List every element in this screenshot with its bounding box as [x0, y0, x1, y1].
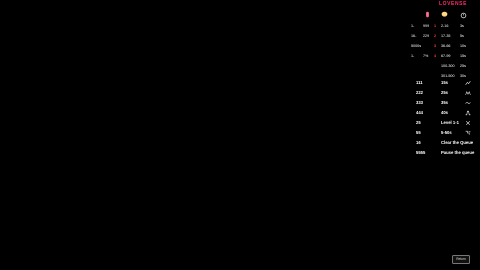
tip-duration: 15s	[460, 54, 466, 58]
tip-range: 2-16	[441, 24, 449, 28]
command-row: 25 Level 1-1	[408, 118, 480, 128]
brand-logo: LOVENSE	[438, 1, 468, 7]
tip-row: 16- 229 2 17-35 5s	[408, 32, 480, 42]
command-row: 5555 Pause the queue	[408, 148, 480, 158]
command-value: Level 1-1	[441, 120, 459, 125]
tip-duration: 25s	[460, 64, 466, 68]
lovense-tip-panel: LOVENSE 1- 999 1 2-16 3s 16- 229 2 17-35…	[408, 0, 480, 160]
command-code: 5555	[416, 150, 426, 155]
tip-row: 100-300 25s	[408, 62, 480, 72]
tip-level: 3	[434, 44, 437, 48]
command-row: 111 15s	[408, 78, 480, 88]
random-icon	[465, 130, 471, 135]
tip-range: 67-99	[441, 54, 451, 58]
tip-tokens: 16-	[411, 34, 417, 38]
tip-range: 100-300	[441, 64, 455, 68]
command-code: 25	[416, 120, 421, 125]
tip-level: 1	[434, 24, 437, 28]
tip-extra: 229	[423, 34, 430, 38]
tip-range: 36-66	[441, 44, 451, 48]
toy-icon	[426, 11, 429, 18]
return-button[interactable]: Return	[452, 255, 470, 264]
command-value: Clear the Queue	[441, 140, 474, 145]
tip-row: 5000s 3 36-66 10s	[408, 42, 480, 52]
wave-icon	[465, 81, 471, 85]
tip-duration: 3s	[460, 24, 464, 28]
command-row: 16 Clear the Queue	[408, 138, 480, 148]
command-code: 444	[416, 110, 423, 115]
command-code: 111	[416, 80, 423, 85]
tip-row: 1- 999 1 2-16 3s	[408, 22, 480, 32]
command-row: 222 25s	[408, 88, 480, 98]
command-value: Pause the queue	[441, 150, 475, 155]
zigzag-icon	[465, 91, 471, 95]
command-row: 444 40s	[408, 108, 480, 118]
tip-duration: 5s	[460, 34, 464, 38]
cross-icon	[466, 121, 470, 125]
tip-tokens: 1-	[411, 54, 415, 58]
command-row: 55 5-50s	[408, 128, 480, 138]
tip-row: 1- 7% 4 67-99 15s	[408, 52, 480, 62]
command-value: 15s	[441, 80, 448, 85]
tip-level: 4	[434, 54, 437, 58]
pulse-icon	[465, 110, 471, 116]
tip-tokens: 5000s	[411, 44, 422, 48]
tilde-icon	[465, 102, 471, 104]
command-value: 25s	[441, 90, 448, 95]
command-code: 222	[416, 90, 423, 95]
command-code: 333	[416, 100, 423, 105]
coin-icon	[441, 11, 448, 17]
tip-range: 17-35	[441, 34, 451, 38]
tip-duration: 10s	[460, 44, 466, 48]
command-row: 333 35s	[408, 98, 480, 108]
command-value: 40s	[441, 110, 448, 115]
timer-icon	[460, 12, 467, 19]
command-value: 5-50s	[441, 130, 452, 135]
tip-level: 2	[434, 34, 437, 38]
command-code: 55	[416, 130, 421, 135]
command-value: 35s	[441, 100, 448, 105]
tip-extra: 7%	[423, 54, 429, 58]
command-code: 16	[416, 140, 421, 145]
tip-extra: 999	[423, 24, 430, 28]
tip-tokens: 1-	[411, 24, 415, 28]
